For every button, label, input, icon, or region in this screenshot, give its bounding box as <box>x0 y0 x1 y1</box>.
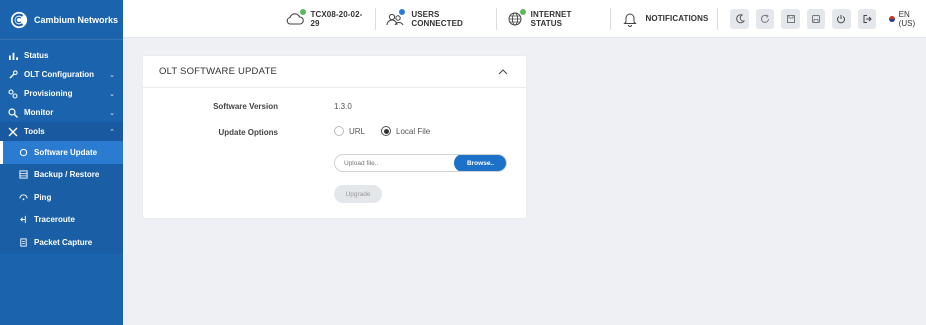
refresh-button[interactable] <box>755 8 775 29</box>
brand-name: Cambium Networks <box>34 14 119 25</box>
magnifier-icon <box>8 107 18 118</box>
sidebar-nav: Status OLT Configuration ⌄ Provisioning … <box>0 40 123 254</box>
refresh-icon <box>761 14 770 23</box>
brand[interactable]: Cambium Networks <box>0 0 123 40</box>
sidebar-item-monitor[interactable]: Monitor ⌄ <box>0 103 123 122</box>
logout-icon <box>863 14 872 23</box>
bell-icon <box>620 10 640 28</box>
internet-status-label: INTERNET STATUS <box>530 9 572 28</box>
sidebar-item-software-update[interactable]: Software Update <box>0 141 123 164</box>
grid-icon <box>18 170 28 180</box>
card-header: OLT SOFTWARE UPDATE <box>143 56 526 88</box>
sidebar-item-label: Monitor <box>24 108 54 117</box>
sidebar-item-ping[interactable]: Ping <box>0 186 123 209</box>
cloud-icon <box>285 8 306 28</box>
sidebar-item-label: Backup / Restore <box>34 170 100 180</box>
card-title: OLT SOFTWARE UPDATE <box>159 66 277 77</box>
top-bar: TCX08-20-02-29 USERS CONNECTED INTERNET … <box>123 0 926 38</box>
chevron-up-icon <box>498 68 508 74</box>
online-status-dot <box>299 8 306 15</box>
local-file-radio[interactable]: Local File <box>381 126 430 136</box>
url-option-label: URL <box>349 126 366 136</box>
users-connected-label: USERS CONNECTED <box>411 9 463 28</box>
radio-button[interactable] <box>334 126 344 136</box>
sidebar-item-backup-restore[interactable]: Backup / Restore <box>0 164 123 187</box>
ping-icon <box>18 192 28 202</box>
chevron-up-icon: ⌃ <box>109 128 115 136</box>
collapse-button[interactable] <box>496 65 510 79</box>
radio-button[interactable] <box>381 126 392 136</box>
notifications[interactable]: NOTIFICATIONS <box>611 7 718 31</box>
save-icon <box>786 14 795 23</box>
sidebar-item-label: Provisioning <box>24 89 73 98</box>
wrench-icon <box>8 70 18 80</box>
refresh-icon <box>18 147 28 157</box>
update-options: URL Local File <box>334 126 430 136</box>
browse-button[interactable]: Browse.. <box>454 155 506 171</box>
sidebar: Cambium Networks Status OLT Configuratio… <box>0 0 123 325</box>
software-version-label: Software Version <box>213 102 278 111</box>
users-connected[interactable]: USERS CONNECTED <box>376 7 496 31</box>
upload-file-input[interactable] <box>335 155 454 171</box>
chevron-down-icon: ⌄ <box>109 71 115 79</box>
language-selector[interactable]: EN (US) <box>889 10 926 28</box>
sidebar-item-label: Ping <box>34 192 52 202</box>
file-upload: Browse.. <box>334 154 507 172</box>
users-count-badge <box>399 8 406 15</box>
device-name: TCX08-20-02-29 <box>310 9 363 28</box>
upgrade-button[interactable]: Upgrade <box>334 185 382 203</box>
sidebar-item-label: Packet Capture <box>34 237 93 247</box>
save-config-button[interactable] <box>781 8 800 29</box>
sidebar-item-label: Status <box>24 51 49 60</box>
moon-icon <box>735 13 745 23</box>
internet-status-dot <box>519 8 526 15</box>
sidebar-item-tools[interactable]: Tools ⌃ <box>0 122 123 141</box>
power-icon <box>837 14 846 23</box>
tools-submenu: Software Update Backup / Restore Ping Tr… <box>0 141 123 254</box>
sidebar-item-label: Traceroute <box>34 215 75 225</box>
local-file-option-label: Local File <box>396 126 431 136</box>
software-version-value: 1.3.0 <box>334 102 352 111</box>
power-button[interactable] <box>832 8 851 29</box>
sidebar-item-label: OLT Configuration <box>24 70 95 79</box>
sidebar-item-provisioning[interactable]: Provisioning ⌄ <box>0 84 123 103</box>
sidebar-item-label: Software Update <box>34 147 98 157</box>
traceroute-icon <box>18 215 28 225</box>
sidebar-item-label: Tools <box>24 127 45 136</box>
chevron-down-icon: ⌄ <box>109 90 115 98</box>
cambium-logo-icon <box>10 11 28 28</box>
sidebar-item-packet-capture[interactable]: Packet Capture <box>0 231 123 254</box>
document-icon <box>18 237 28 247</box>
users-icon <box>385 8 406 28</box>
disk-icon <box>812 14 821 23</box>
sidebar-item-traceroute[interactable]: Traceroute <box>0 209 123 232</box>
notifications-label: NOTIFICATIONS <box>645 14 709 23</box>
save-running-button[interactable] <box>806 8 826 29</box>
url-radio[interactable]: URL <box>334 126 365 136</box>
internet-status[interactable]: INTERNET STATUS <box>497 7 610 31</box>
toolbar-actions: EN (US) <box>718 8 926 29</box>
globe-icon <box>506 8 526 28</box>
bar-chart-icon <box>8 51 18 61</box>
chevron-down-icon: ⌄ <box>109 109 115 117</box>
logout-button[interactable] <box>857 8 877 29</box>
sidebar-item-status[interactable]: Status <box>0 46 123 65</box>
us-flag-icon <box>889 15 895 22</box>
sidebar-item-olt-configuration[interactable]: OLT Configuration ⌄ <box>0 65 123 84</box>
update-options-label: Update Options <box>218 128 278 137</box>
gears-icon <box>8 88 18 99</box>
dark-mode-button[interactable] <box>730 8 749 29</box>
device-status[interactable]: TCX08-20-02-29 <box>276 7 376 31</box>
language-label: EN (US) <box>898 9 916 28</box>
software-update-card: OLT SOFTWARE UPDATE Software Version 1.3… <box>143 56 526 218</box>
tools-icon <box>8 127 18 137</box>
